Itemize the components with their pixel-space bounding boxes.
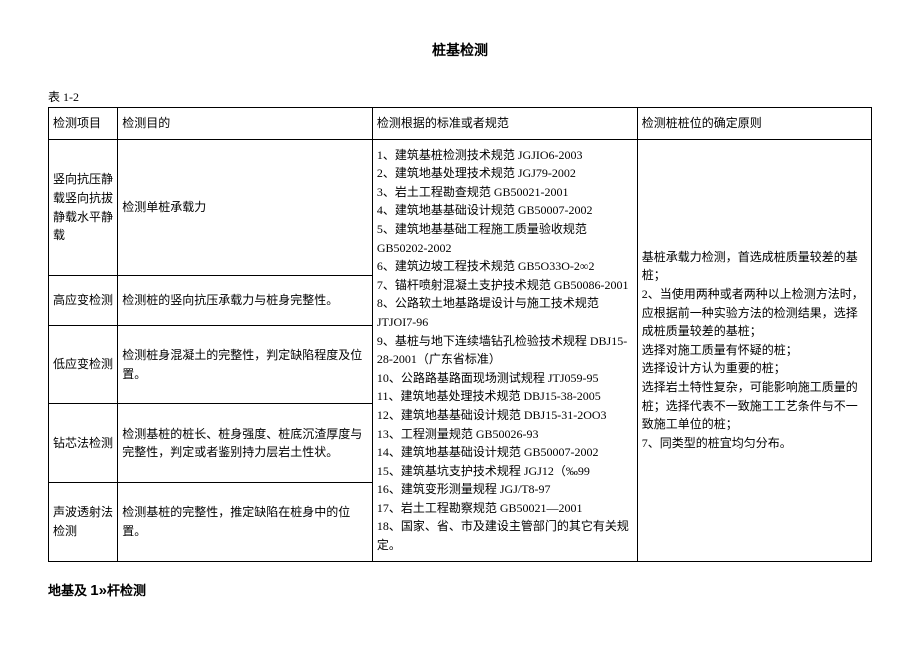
subtitle: 地基及 1»杆检测	[48, 580, 872, 599]
principle-line: 2、当使用两种或者两种以上检测方法时，应根据前一种实验方法的检测结果，选择成桩质…	[642, 285, 867, 341]
cell-principle: 基桩承载力检测，首选成桩质量较差的基桩；2、当使用两种或者两种以上检测方法时，应…	[637, 139, 871, 561]
standard-line: 3、岩土工程勘查规范 GB50021-2001	[377, 183, 633, 202]
principle-line: 基桩承载力检测，首选成桩质量较差的基桩；	[642, 248, 867, 285]
standard-line: 8、公路软土地基路堤设计与施工技术规范 JTJOI7-96	[377, 294, 633, 331]
page-title: 桩基检测	[48, 40, 872, 60]
header-principle: 检测桩桩位的确定原则	[637, 108, 871, 140]
standard-line: 13、工程测量规范 GB50026-93	[377, 425, 633, 444]
main-table: 检测项目 检测目的 检测根据的标准或者规范 检测桩桩位的确定原则 竖向抗压静载竖…	[48, 107, 872, 562]
subtitle-prefix: 地基及	[48, 583, 90, 598]
standard-line: 9、基桩与地下连续墙钻孔检验技术规程 DBJ15-28-2001（广东省标准）	[377, 332, 633, 369]
standard-line: 7、锚杆喷射混凝土支护技术规范 GB50086-2001	[377, 276, 633, 295]
standard-line: 5、建筑地基基础工程施工质量验收规范 GB50202-2002	[377, 220, 633, 257]
header-basis: 检测根据的标准或者规范	[372, 108, 637, 140]
header-purpose: 检测目的	[118, 108, 373, 140]
standard-line: 4、建筑地基基础设计规范 GB50007-2002	[377, 201, 633, 220]
standard-line: 6、建筑边坡工程技术规范 GB5O33O-2∞2	[377, 257, 633, 276]
table-header-row: 检测项目 检测目的 检测根据的标准或者规范 检测桩桩位的确定原则	[49, 108, 872, 140]
table-row: 竖向抗压静载竖向抗拔静载水平静载 检测单桩承载力 1、建筑基桩检测技术规范 JG…	[49, 139, 872, 276]
cell-purpose: 检测基桩的桩长、桩身强度、桩底沉渣厚度与完整性，判定或者鉴别持力层岩土性状。	[118, 404, 373, 483]
standard-line: 12、建筑地基基础设计规范 DBJ15-31-2OO3	[377, 406, 633, 425]
standard-line: 10、公路路基路面现场测试规程 JTJ059-95	[377, 369, 633, 388]
cell-item: 高应变检测	[49, 276, 118, 325]
cell-item: 钻芯法检测	[49, 404, 118, 483]
principle-line: 7、同类型的桩宜均匀分布。	[642, 434, 867, 453]
subtitle-suffix: 杆检测	[107, 583, 146, 598]
cell-purpose: 检测桩的竖向抗压承载力与桩身完整性。	[118, 276, 373, 325]
subtitle-big: 1»	[90, 582, 107, 599]
cell-item: 竖向抗压静载竖向抗拔静载水平静载	[49, 139, 118, 276]
cell-basis: 1、建筑基桩检测技术规范 JGJIO6-20032、建筑地基处理技术规范 JGJ…	[372, 139, 637, 561]
standard-line: 15、建筑基坑支护技术规程 JGJ12（‰99	[377, 462, 633, 481]
standard-line: 16、建筑变形测量规程 JGJ/T8-97	[377, 480, 633, 499]
principle-line: 选择设计方认为重要的桩；	[642, 359, 867, 378]
standard-line: 11、建筑地基处理技术规范 DBJ15-38-2005	[377, 387, 633, 406]
principle-line: 选择岩土特性复杂，可能影响施工质量的桩；选择代表不一致施工工艺条件与不一致施工单…	[642, 378, 867, 434]
standard-line: 17、岩土工程勘察规范 GB50021—2001	[377, 499, 633, 518]
principle-line: 选择对施工质量有怀疑的桩；	[642, 341, 867, 360]
standard-line: 1、建筑基桩检测技术规范 JGJIO6-2003	[377, 146, 633, 165]
cell-purpose: 检测单桩承载力	[118, 139, 373, 276]
header-item: 检测项目	[49, 108, 118, 140]
cell-purpose: 检测桩身混凝土的完整性，判定缺陷程度及位置。	[118, 325, 373, 404]
cell-item: 低应变检测	[49, 325, 118, 404]
standard-line: 2、建筑地基处理技术规范 JGJ79-2002	[377, 164, 633, 183]
cell-item: 声波透射法检测	[49, 483, 118, 562]
table-label: 表 1-2	[48, 88, 872, 105]
cell-purpose: 检测基桩的完整性，推定缺陷在桩身中的位置。	[118, 483, 373, 562]
standard-line: 14、建筑地基基础设计规范 GB50007-2002	[377, 443, 633, 462]
standard-line: 18、国家、省、市及建设主管部门的其它有关规定。	[377, 517, 633, 554]
